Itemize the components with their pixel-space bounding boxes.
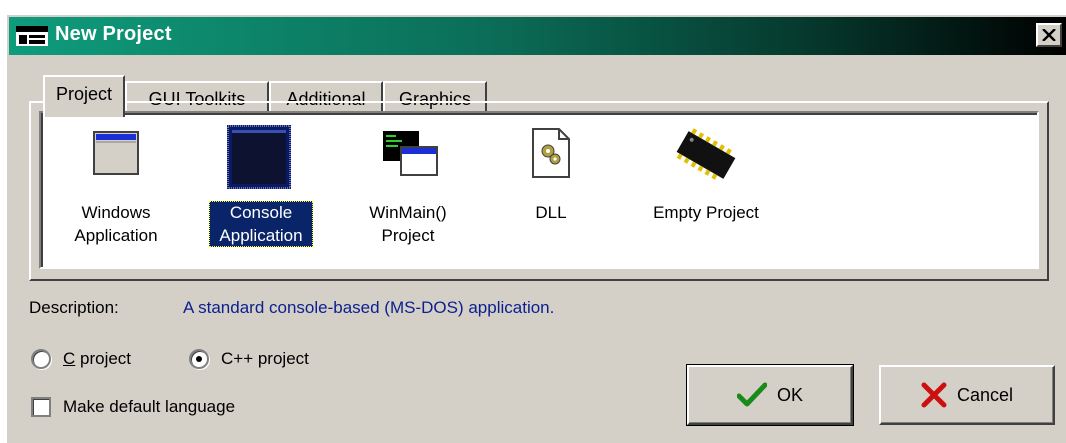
cancel-label: Cancel [956,384,1014,405]
app-icon [16,26,48,46]
checkmark-icon [736,382,767,408]
tab-label: Project [55,83,113,104]
chip-icon [676,128,736,180]
dll-gear-icon [532,128,570,178]
radio-c[interactable] [31,349,51,369]
item-label: WinMain() Project [369,203,447,245]
list-item-console-application[interactable]: Console Application [201,123,321,263]
checkbox-box[interactable] [31,397,51,417]
make-default-language-checkbox[interactable]: Make default language [31,397,235,417]
radio-c-label: C project [63,349,132,368]
item-label: Console Application [209,201,313,247]
close-button[interactable] [1036,23,1062,47]
list-item-dll[interactable]: DLL [511,123,591,263]
x-icon [921,382,947,408]
window-icon [93,131,139,175]
item-label: Windows Application [74,203,158,245]
radio-cpp[interactable] [189,349,209,369]
list-item-windows-application[interactable]: Windows Application [61,123,171,263]
checkbox-label: Make default language [63,397,236,416]
radio-c-label-rest: project [75,349,132,368]
description-text: A standard console-based (MS-DOS) applic… [183,298,555,317]
ok-button[interactable]: OK [686,364,854,426]
description-label: Description: [29,298,119,317]
new-project-dialog: New Project Project GUI Toolkits Additio… [6,14,1066,443]
list-item-empty-project[interactable]: Empty Project [631,123,781,263]
tab-panel-project: Windows Application Console Application [29,101,1049,281]
radio-c-project[interactable]: C project [31,349,131,369]
winmain-icon [383,131,438,176]
radio-cpp-label: C++ project [221,349,309,368]
radio-cpp-project[interactable]: C++ project [189,349,309,369]
title-bar[interactable]: New Project [9,17,1066,55]
ok-label: OK [776,384,803,405]
cancel-button[interactable]: Cancel [879,365,1055,425]
window-title: New Project [55,23,172,45]
project-type-list[interactable]: Windows Application Console Application [39,111,1039,269]
list-item-winmain-project[interactable]: WinMain() Project [351,123,461,263]
console-icon [227,125,291,189]
item-label: Empty Project [653,203,759,222]
tab-project[interactable]: Project [43,75,125,117]
item-label: DLL [535,203,567,222]
close-icon [1042,29,1056,41]
